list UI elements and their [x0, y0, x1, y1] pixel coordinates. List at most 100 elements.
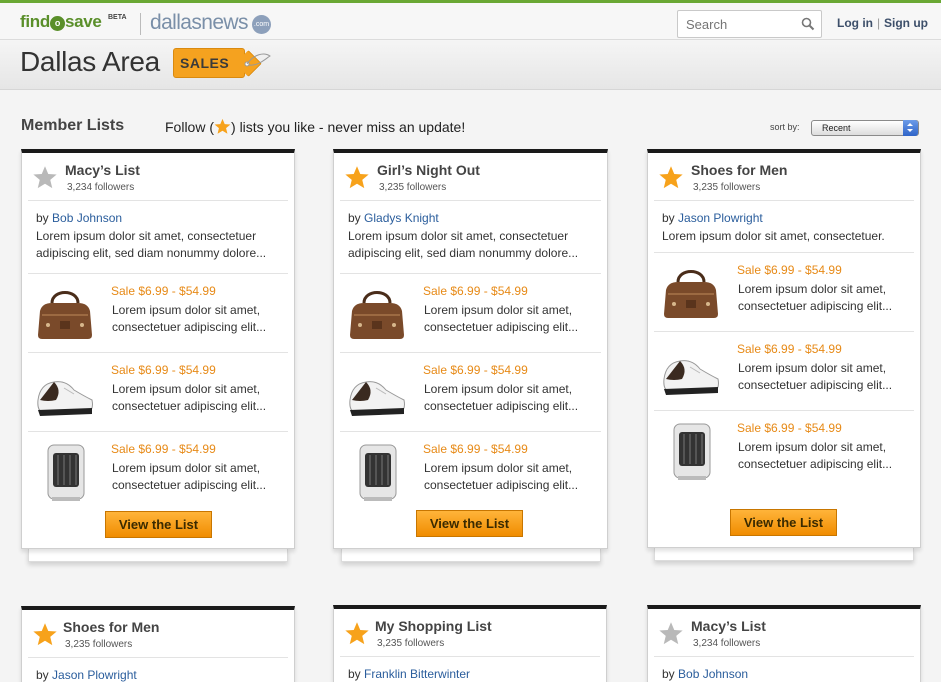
view-list-button[interactable]: View the List: [416, 510, 523, 537]
logo-divider: [140, 13, 141, 35]
card-title[interactable]: Shoes for Men: [63, 619, 159, 635]
item-description: Lorem ipsum dolor sit amet, consectetuer …: [738, 439, 892, 473]
search-input[interactable]: [678, 11, 798, 37]
login-link[interactable]: Log in: [837, 16, 873, 30]
item-line: consectetuer adipiscing elit...: [738, 299, 893, 313]
sort-select[interactable]: Recent: [811, 120, 919, 136]
follower-count: 3,235 followers: [379, 182, 447, 193]
view-list-button[interactable]: View the List: [105, 511, 212, 538]
card-header: Macy’s List 3,234 followers: [28, 153, 288, 201]
byline-prefix: by: [36, 668, 53, 682]
card-stack-shadow: [341, 548, 601, 562]
follower-count: 3,234 followers: [67, 182, 135, 193]
follower-count: 3,235 followers: [377, 638, 445, 649]
author-link[interactable]: Gladys Knight: [364, 211, 439, 225]
author-link[interactable]: Bob Johnson: [678, 667, 748, 681]
list-item[interactable]: Sale $6.99 - $54.99 Lorem ipsum dolor si…: [340, 352, 601, 431]
section-heading: Member Lists: [21, 117, 125, 134]
item-description: Lorem ipsum dolor sit amet, consectetuer …: [424, 381, 578, 415]
card-description: Lorem ipsum dolor sit amet, consectetuer…: [662, 228, 885, 245]
byline-prefix: by: [662, 667, 679, 681]
sales-tag-label: SALES: [180, 55, 230, 71]
description-line: Lorem ipsum dolor sit amet, consectetuer: [348, 229, 569, 243]
findnsave-logo[interactable]: find o save: [20, 12, 102, 32]
item-line: Lorem ipsum dolor sit amet,: [424, 382, 573, 396]
item-price: Sale $6.99 - $54.99: [423, 363, 528, 377]
card-title[interactable]: Macy’s List: [65, 162, 140, 178]
byline-prefix: by: [348, 667, 365, 681]
list-item[interactable]: Sale $6.99 - $54.99 Lorem ipsum dolor si…: [340, 273, 601, 352]
item-price: Sale $6.99 - $54.99: [423, 442, 528, 456]
card-header: My Shopping List 3,235 followers: [340, 609, 600, 657]
list-item[interactable]: Sale $6.99 - $54.99 Lorem ipsum dolor si…: [654, 410, 914, 489]
logo-text-find: find: [20, 12, 50, 31]
description-line: Lorem ipsum dolor sit amet, consectetuer…: [662, 229, 885, 243]
star-inactive-icon[interactable]: [32, 165, 58, 190]
item-description: Lorem ipsum dolor sit amet, consectetuer …: [738, 281, 892, 315]
item-line: consectetuer adipiscing elit...: [424, 320, 579, 334]
item-line: consectetuer adipiscing elit...: [424, 399, 579, 413]
follow-note-suffix: ) lists you like - never miss an update!: [231, 119, 466, 135]
handbag-icon: [38, 291, 92, 339]
list-card: Macy’s List 3,234 followers by Bob Johns…: [647, 605, 921, 682]
item-line: Lorem ipsum dolor sit amet,: [112, 382, 261, 396]
list-item[interactable]: Sale $6.99 - $54.99 Lorem ipsum dolor si…: [340, 431, 601, 510]
logo-text-save: save: [64, 12, 102, 31]
item-price: Sale $6.99 - $54.99: [737, 421, 842, 435]
item-line: consectetuer adipiscing elit...: [738, 378, 893, 392]
heater-icon: [359, 444, 397, 501]
description-line: adipiscing elit, sed diam nonummy dolore…: [348, 246, 579, 260]
dallasnews-badge: .com: [252, 15, 271, 34]
card-title[interactable]: Girl’s Night Out: [377, 162, 480, 178]
list-item[interactable]: Sale $6.99 - $54.99 Lorem ipsum dolor si…: [28, 273, 288, 352]
item-price: Sale $6.99 - $54.99: [423, 284, 528, 298]
item-line: Lorem ipsum dolor sit amet,: [424, 303, 573, 317]
card-title[interactable]: Macy’s List: [691, 618, 766, 634]
card-stack-shadow: [654, 547, 914, 561]
byline-prefix: by: [348, 211, 365, 225]
author-link[interactable]: Bob Johnson: [52, 211, 122, 225]
star-active-icon[interactable]: [344, 621, 370, 646]
card-stack-shadow: [28, 548, 288, 562]
dallasnews-logo[interactable]: dallasnews: [150, 11, 249, 35]
star-active-icon[interactable]: [658, 165, 684, 190]
card-byline: by Gladys Knight: [348, 211, 439, 225]
shoe-icon: [663, 360, 719, 395]
view-list-button[interactable]: View the List: [730, 509, 837, 536]
list-item[interactable]: Sale $6.99 - $54.99 Lorem ipsum dolor si…: [654, 331, 914, 410]
card-byline: by Jason Plowright: [662, 211, 763, 225]
follow-note-prefix: Follow (: [165, 119, 215, 135]
item-line: Lorem ipsum dolor sit amet,: [738, 282, 887, 296]
card-byline: by Jason Plowright: [36, 668, 137, 682]
card-title[interactable]: My Shopping List: [375, 618, 492, 634]
item-line: Lorem ipsum dolor sit amet,: [424, 461, 573, 475]
logo-text-o: o: [49, 16, 65, 31]
star-active-icon[interactable]: [344, 165, 370, 190]
select-arrows-icon: [903, 120, 918, 136]
author-link[interactable]: Jason Plowright: [52, 668, 137, 682]
list-card: Girl’s Night Out 3,235 followers by Glad…: [333, 149, 608, 549]
search-box: [677, 10, 822, 38]
card-description: Lorem ipsum dolor sit amet, consectetuer…: [36, 228, 266, 262]
card-title[interactable]: Shoes for Men: [691, 162, 787, 178]
sort-value: Recent: [822, 123, 851, 133]
beta-badge: BETA: [108, 14, 127, 21]
card-byline: by Bob Johnson: [36, 211, 122, 225]
search-icon[interactable]: [801, 17, 815, 31]
list-card: Macy’s List 3,234 followers by Bob Johns…: [21, 149, 295, 549]
list-item[interactable]: Sale $6.99 - $54.99 Lorem ipsum dolor si…: [28, 352, 288, 431]
star-active-icon[interactable]: [32, 622, 58, 647]
list-item[interactable]: Sale $6.99 - $54.99 Lorem ipsum dolor si…: [654, 252, 914, 331]
item-price: Sale $6.99 - $54.99: [111, 363, 216, 377]
author-link[interactable]: Jason Plowright: [678, 211, 763, 225]
star-inactive-icon[interactable]: [658, 621, 684, 646]
star-icon: [214, 118, 231, 134]
item-price: Sale $6.99 - $54.99: [111, 442, 216, 456]
signup-link[interactable]: Sign up: [884, 16, 928, 30]
top-bar: findosave BETA dallasnews .com Log in | …: [0, 0, 941, 40]
description-line: adipiscing elit, sed diam nonummy dolore…: [36, 246, 267, 260]
follower-count: 3,235 followers: [693, 182, 761, 193]
list-item[interactable]: Sale $6.99 - $54.99 Lorem ipsum dolor si…: [28, 431, 288, 510]
follow-note: Follow ( ) lists you like - never miss an…: [165, 118, 465, 135]
author-link[interactable]: Franklin Bitterwinter: [364, 667, 470, 681]
